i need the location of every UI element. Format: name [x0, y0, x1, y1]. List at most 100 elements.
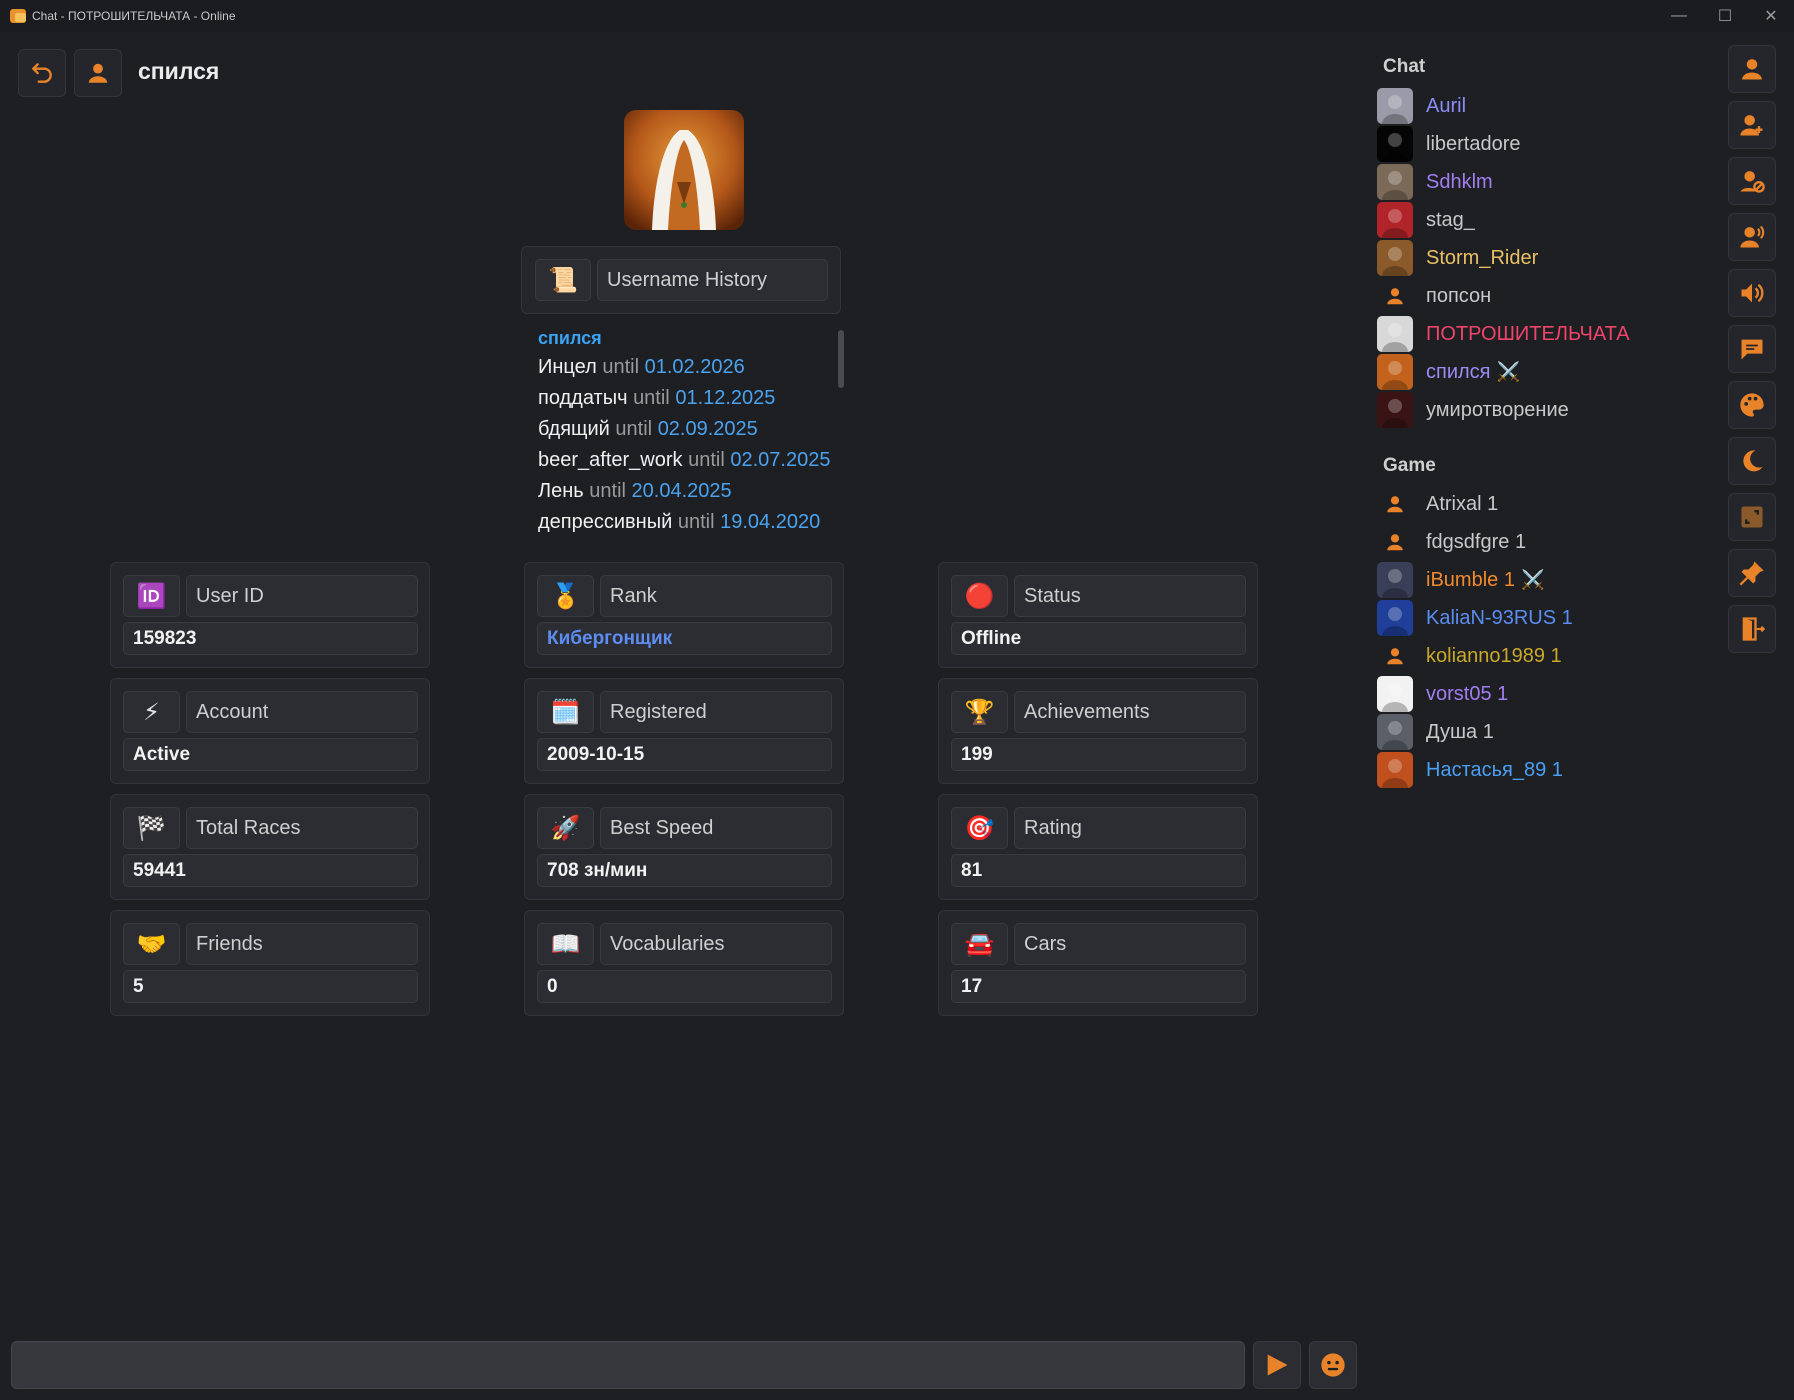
chat-bubble-button[interactable] — [1728, 325, 1776, 373]
stat-label: Rank — [600, 575, 832, 617]
history-name: бдящий — [538, 418, 610, 440]
user-name[interactable]: умиротворение — [1426, 399, 1569, 422]
user-list-item[interactable]: Auril — [1377, 87, 1697, 125]
stat-label: Total Races — [186, 807, 418, 849]
history-date: 20.04.2025 — [631, 480, 732, 502]
user-avatar — [1377, 126, 1413, 162]
user-name[interactable]: Настасья_89 1 — [1426, 759, 1563, 782]
username-history-panel[interactable]: 📜 Username History — [521, 246, 841, 314]
user-list-item[interactable]: Storm_Rider — [1377, 239, 1697, 277]
user-add-icon — [1740, 115, 1763, 136]
user-name[interactable]: iBumble 1 — [1426, 569, 1515, 592]
title-bar: Chat - ПОТРОШИТЕЛЬЧАТА - Online — ☐ ✕ — [0, 0, 1794, 32]
stat-label: Account — [186, 691, 418, 733]
user-list-item[interactable]: Atrixal 1 — [1377, 485, 1697, 523]
history-item: бдящий until 02.09.2025 — [538, 414, 838, 445]
user-list-item[interactable]: Sdhklm — [1377, 163, 1697, 201]
history-date: 02.09.2025 — [657, 418, 758, 440]
user-name[interactable]: Душа 1 — [1426, 721, 1494, 744]
user-name[interactable]: Auril — [1426, 95, 1466, 118]
send-button[interactable] — [1253, 1341, 1301, 1389]
user-name[interactable]: Storm_Rider — [1426, 247, 1538, 270]
car-icon: 🚘 — [951, 923, 1008, 965]
scroll-icon: 📜 — [535, 259, 591, 301]
user-avatar — [1377, 240, 1413, 276]
crossed-swords-icon: ⚔️ — [1520, 570, 1545, 591]
stat-card-vocabularies: 📖 Vocabularies 0 — [524, 910, 844, 1016]
stat-value: Offline — [951, 622, 1246, 655]
user-name[interactable]: fdgsdfgre 1 — [1426, 531, 1526, 554]
trophy-icon: 🏆 — [951, 691, 1008, 733]
palette-icon — [1740, 393, 1764, 417]
history-scrollbar[interactable] — [838, 330, 844, 388]
expand-button[interactable] — [1728, 493, 1776, 541]
user-list-item[interactable]: Настасья_89 1 — [1377, 751, 1697, 789]
profile-button[interactable] — [1728, 45, 1776, 93]
pin-button[interactable] — [1728, 549, 1776, 597]
user-avatar — [1377, 562, 1413, 598]
profile-button[interactable] — [74, 49, 122, 97]
user-voice-button[interactable] — [1728, 213, 1776, 261]
user-list-item[interactable]: vorst05 1 — [1377, 675, 1697, 713]
crossed-swords-icon: ⚔️ — [1496, 362, 1521, 383]
history-name: поддатыч — [538, 387, 628, 409]
volume-button[interactable] — [1728, 269, 1776, 317]
medal-icon: 🏅 — [537, 575, 594, 617]
user-block-button[interactable] — [1728, 157, 1776, 205]
history-date: 01.12.2025 — [675, 387, 776, 409]
user-add-button[interactable] — [1728, 101, 1776, 149]
user-name[interactable]: libertadore — [1426, 133, 1521, 156]
user-name[interactable]: спился — [1426, 361, 1491, 384]
user-list-item[interactable]: попсон — [1377, 277, 1697, 315]
user-name[interactable]: Sdhklm — [1426, 171, 1493, 194]
user-list-item[interactable]: iBumble 1 ⚔️ — [1377, 561, 1697, 599]
history-until: until — [633, 387, 670, 409]
history-date: 02.07.2025 — [730, 449, 831, 471]
user-list-item[interactable]: KaliaN-93RUS 1 — [1377, 599, 1697, 637]
profile-avatar — [624, 110, 744, 230]
user-name[interactable]: vorst05 1 — [1426, 683, 1508, 706]
stat-card-status: 🔴 Status Offline — [938, 562, 1258, 668]
stat-label: Cars — [1014, 923, 1246, 965]
stat-value: 17 — [951, 970, 1246, 1003]
user-list-item[interactable]: kolianno1989 1 — [1377, 637, 1697, 675]
palette-button[interactable] — [1728, 381, 1776, 429]
moon-button[interactable] — [1728, 437, 1776, 485]
user-name[interactable]: Atrixal 1 — [1426, 493, 1498, 516]
user-list-item[interactable]: libertadore — [1377, 125, 1697, 163]
stat-label: Registered — [600, 691, 832, 733]
user-list-item[interactable]: fdgsdfgre 1 — [1377, 523, 1697, 561]
user-name[interactable]: ПОТРОШИТЕЛЬЧАТА — [1426, 323, 1630, 346]
user-avatar — [1377, 600, 1413, 636]
user-avatar — [1377, 752, 1413, 788]
stat-label: Rating — [1014, 807, 1246, 849]
user-name[interactable]: stag_ — [1426, 209, 1475, 232]
red-circle-icon: 🔴 — [951, 575, 1008, 617]
minimize-button[interactable]: — — [1656, 0, 1702, 32]
username-history-list: спился Инцел until 01.02.2026 поддатыч un… — [538, 325, 838, 538]
message-input[interactable] — [11, 1341, 1245, 1389]
stat-card-best-speed: 🚀 Best Speed 708 зн/мин — [524, 794, 844, 900]
user-name[interactable]: попсон — [1426, 285, 1491, 308]
user-list-item[interactable]: ПОТРОШИТЕЛЬЧАТА — [1377, 315, 1697, 353]
user-list-item[interactable]: спился ⚔️ — [1377, 353, 1697, 391]
user-name[interactable]: KaliaN-93RUS 1 — [1426, 607, 1573, 630]
volume-icon — [1741, 283, 1764, 303]
emoji-button[interactable] — [1309, 1341, 1357, 1389]
maximize-button[interactable]: ☐ — [1702, 0, 1748, 32]
stat-card-registered: 🗓️ Registered 2009-10-15 — [524, 678, 844, 784]
user-list-item[interactable]: Душа 1 — [1377, 713, 1697, 751]
exit-button[interactable] — [1728, 605, 1776, 653]
back-button[interactable] — [18, 49, 66, 97]
user-avatar — [1377, 714, 1413, 750]
user-list-item[interactable]: stag_ — [1377, 201, 1697, 239]
stat-value: 199 — [951, 738, 1246, 771]
user-name[interactable]: kolianno1989 1 — [1426, 645, 1562, 668]
expand-icon — [1741, 506, 1763, 528]
user-avatar — [1377, 354, 1413, 390]
history-until: until — [677, 511, 715, 533]
stat-value: 81 — [951, 854, 1246, 887]
profile-username: спился — [138, 58, 220, 84]
user-list-item[interactable]: умиротворение — [1377, 391, 1697, 429]
close-button[interactable]: ✕ — [1748, 0, 1794, 32]
